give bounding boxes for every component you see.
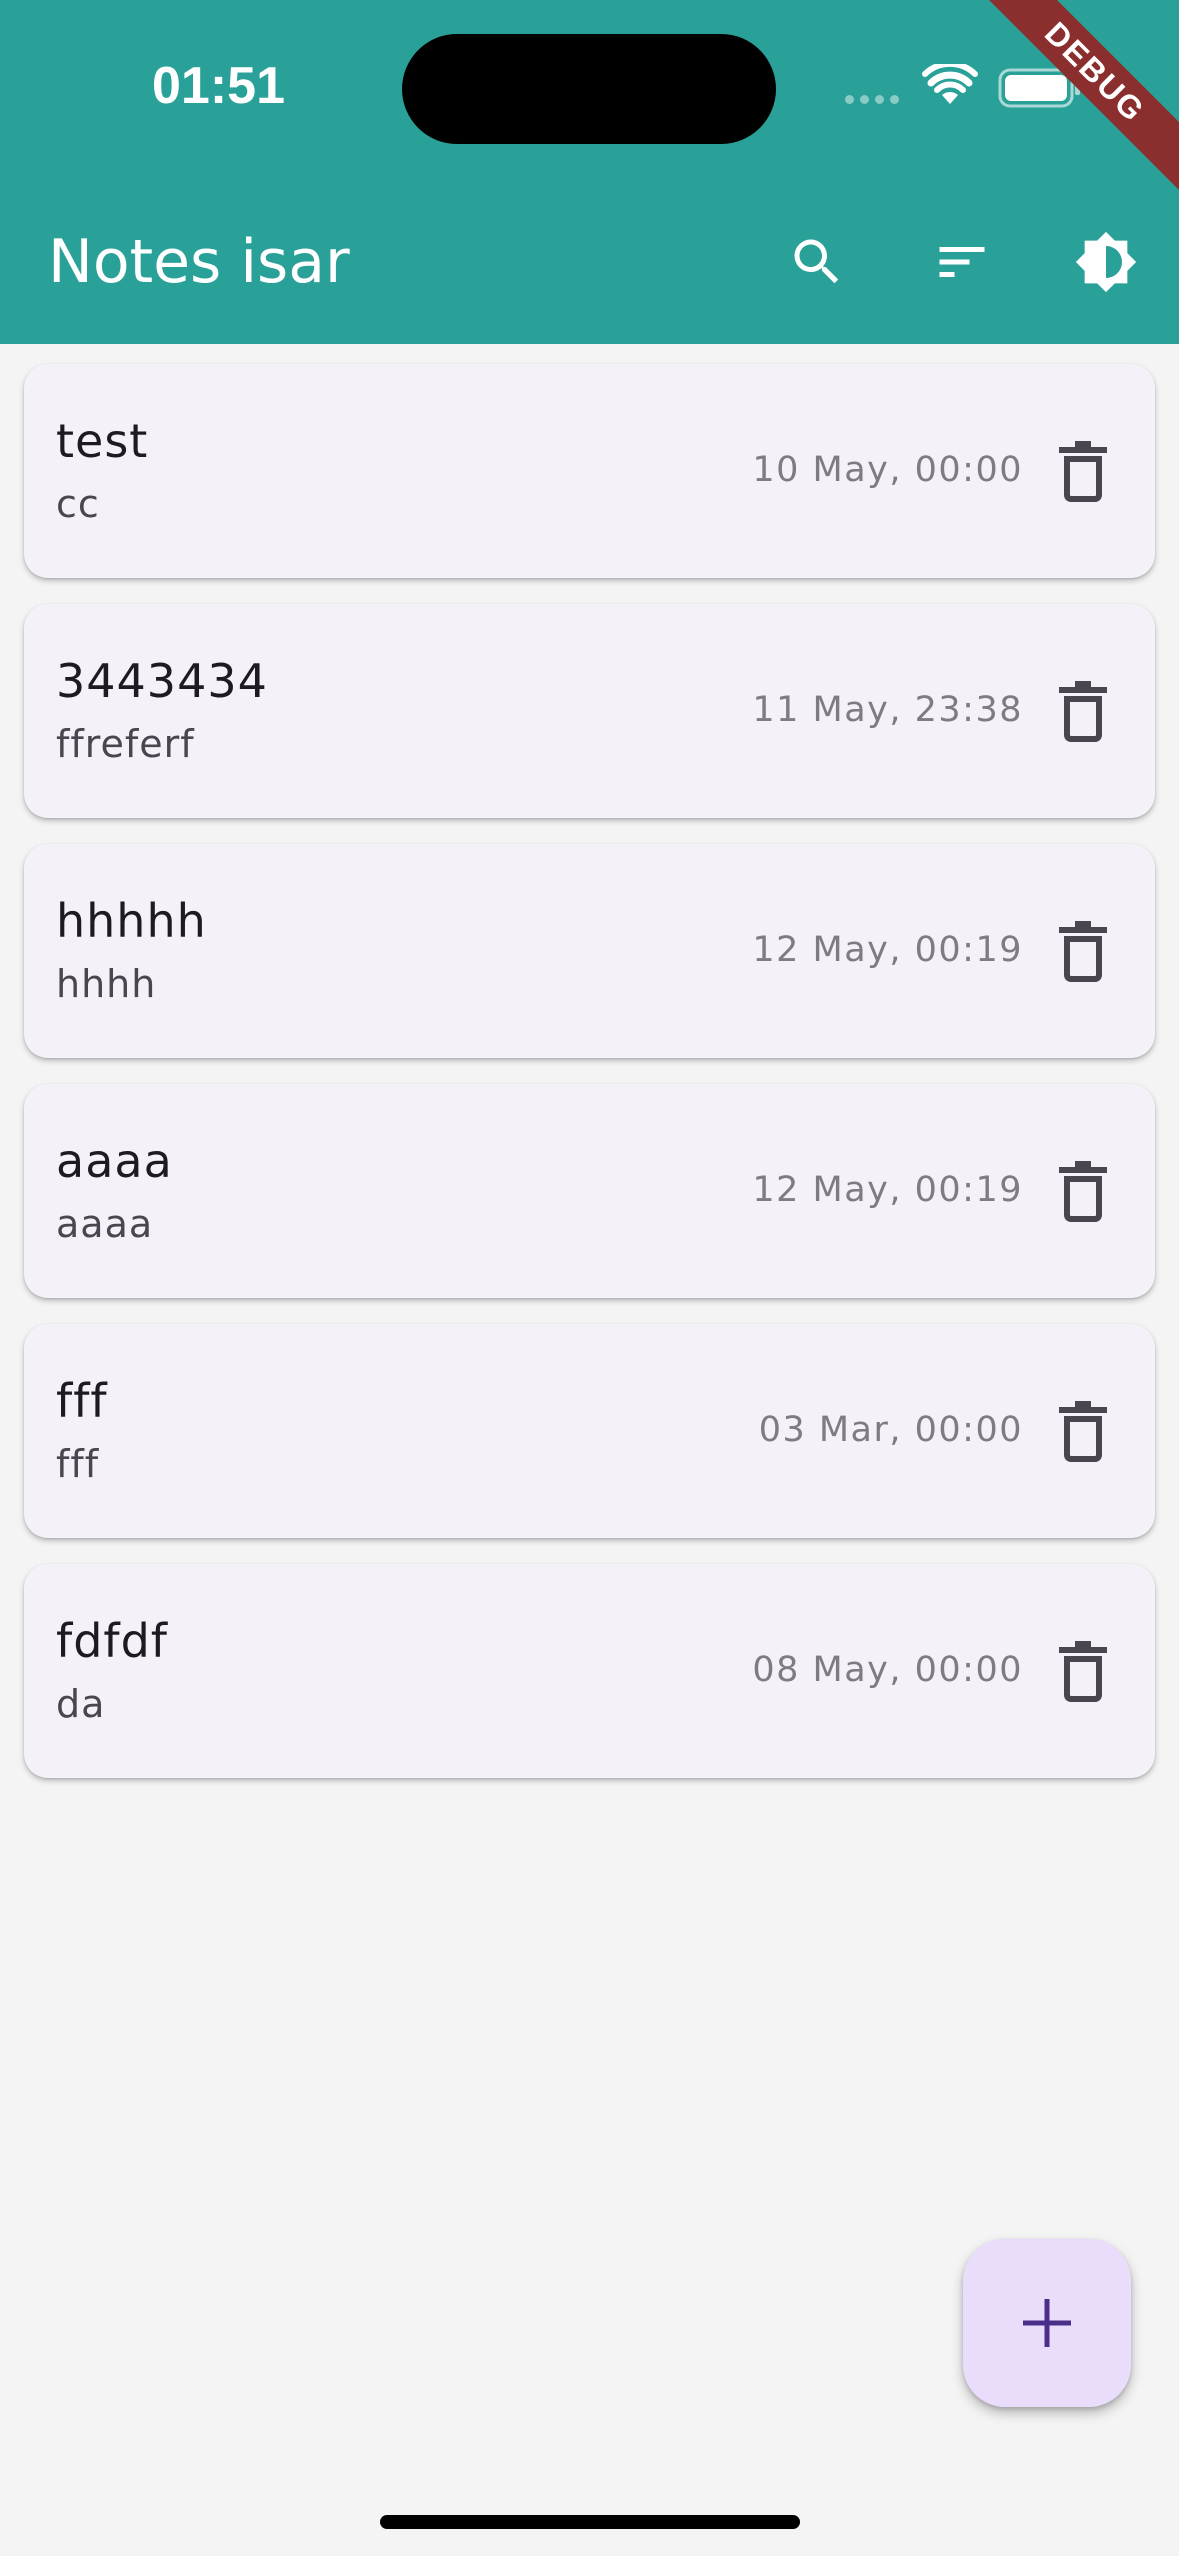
delete-note-button[interactable] <box>1035 424 1131 520</box>
app-bar: 01:51 DEBUG Notes isar <box>0 0 1179 344</box>
trash-icon <box>1059 1641 1107 1702</box>
dynamic-island <box>402 34 776 144</box>
note-date: 12 May, 00:19 <box>752 1170 1023 1210</box>
note-body: hhhh <box>56 962 157 1006</box>
home-indicator[interactable] <box>380 2515 800 2529</box>
notes-list: test cc 10 May, 00:00 3443434 ffreferf 1… <box>24 364 1155 1804</box>
delete-note-button[interactable] <box>1035 1624 1131 1720</box>
note-card[interactable]: aaaa aaaa 12 May, 00:19 <box>24 1084 1155 1298</box>
delete-note-button[interactable] <box>1035 664 1131 760</box>
note-card[interactable]: test cc 10 May, 00:00 <box>24 364 1155 578</box>
trash-icon <box>1059 921 1107 982</box>
delete-note-button[interactable] <box>1035 1144 1131 1240</box>
note-title: fdfdf <box>56 1614 168 1668</box>
trash-icon <box>1059 681 1107 742</box>
search-icon <box>794 239 839 284</box>
note-card[interactable]: hhhhh hhhh 12 May, 00:19 <box>24 844 1155 1058</box>
note-title: fff <box>56 1374 108 1428</box>
delete-note-button[interactable] <box>1035 904 1131 1000</box>
note-body: cc <box>56 482 100 526</box>
search-button[interactable] <box>769 214 865 310</box>
theme-toggle-button[interactable] <box>1058 214 1154 310</box>
note-title: 3443434 <box>56 654 268 708</box>
note-body: aaaa <box>56 1202 154 1246</box>
cellular-signal-icon <box>845 95 899 104</box>
sort-button[interactable] <box>914 214 1010 310</box>
trash-icon <box>1059 441 1107 502</box>
note-card[interactable]: fdfdf da 08 May, 00:00 <box>24 1564 1155 1778</box>
wifi-icon <box>922 64 978 104</box>
note-title: hhhhh <box>56 894 207 948</box>
status-time: 01:51 <box>152 57 285 115</box>
note-date: 08 May, 00:00 <box>752 1650 1023 1690</box>
trash-icon <box>1059 1161 1107 1222</box>
note-date: 10 May, 00:00 <box>752 450 1023 490</box>
note-title: aaaa <box>56 1134 173 1188</box>
plus-icon <box>1023 2299 1071 2347</box>
trash-icon <box>1059 1401 1107 1462</box>
delete-note-button[interactable] <box>1035 1384 1131 1480</box>
note-title: test <box>56 414 149 468</box>
note-body: ffreferf <box>56 722 195 766</box>
note-date: 11 May, 23:38 <box>752 690 1023 730</box>
note-date: 03 Mar, 00:00 <box>758 1410 1023 1450</box>
note-card[interactable]: fff fff 03 Mar, 00:00 <box>24 1324 1155 1538</box>
note-card[interactable]: 3443434 ffreferf 11 May, 23:38 <box>24 604 1155 818</box>
add-note-button[interactable] <box>963 2239 1131 2407</box>
note-body: fff <box>56 1442 100 1486</box>
note-body: da <box>56 1682 106 1726</box>
sort-icon <box>939 247 985 277</box>
brightness-icon <box>1075 231 1137 293</box>
note-date: 12 May, 00:19 <box>752 930 1023 970</box>
app-title: Notes isar <box>48 227 350 297</box>
